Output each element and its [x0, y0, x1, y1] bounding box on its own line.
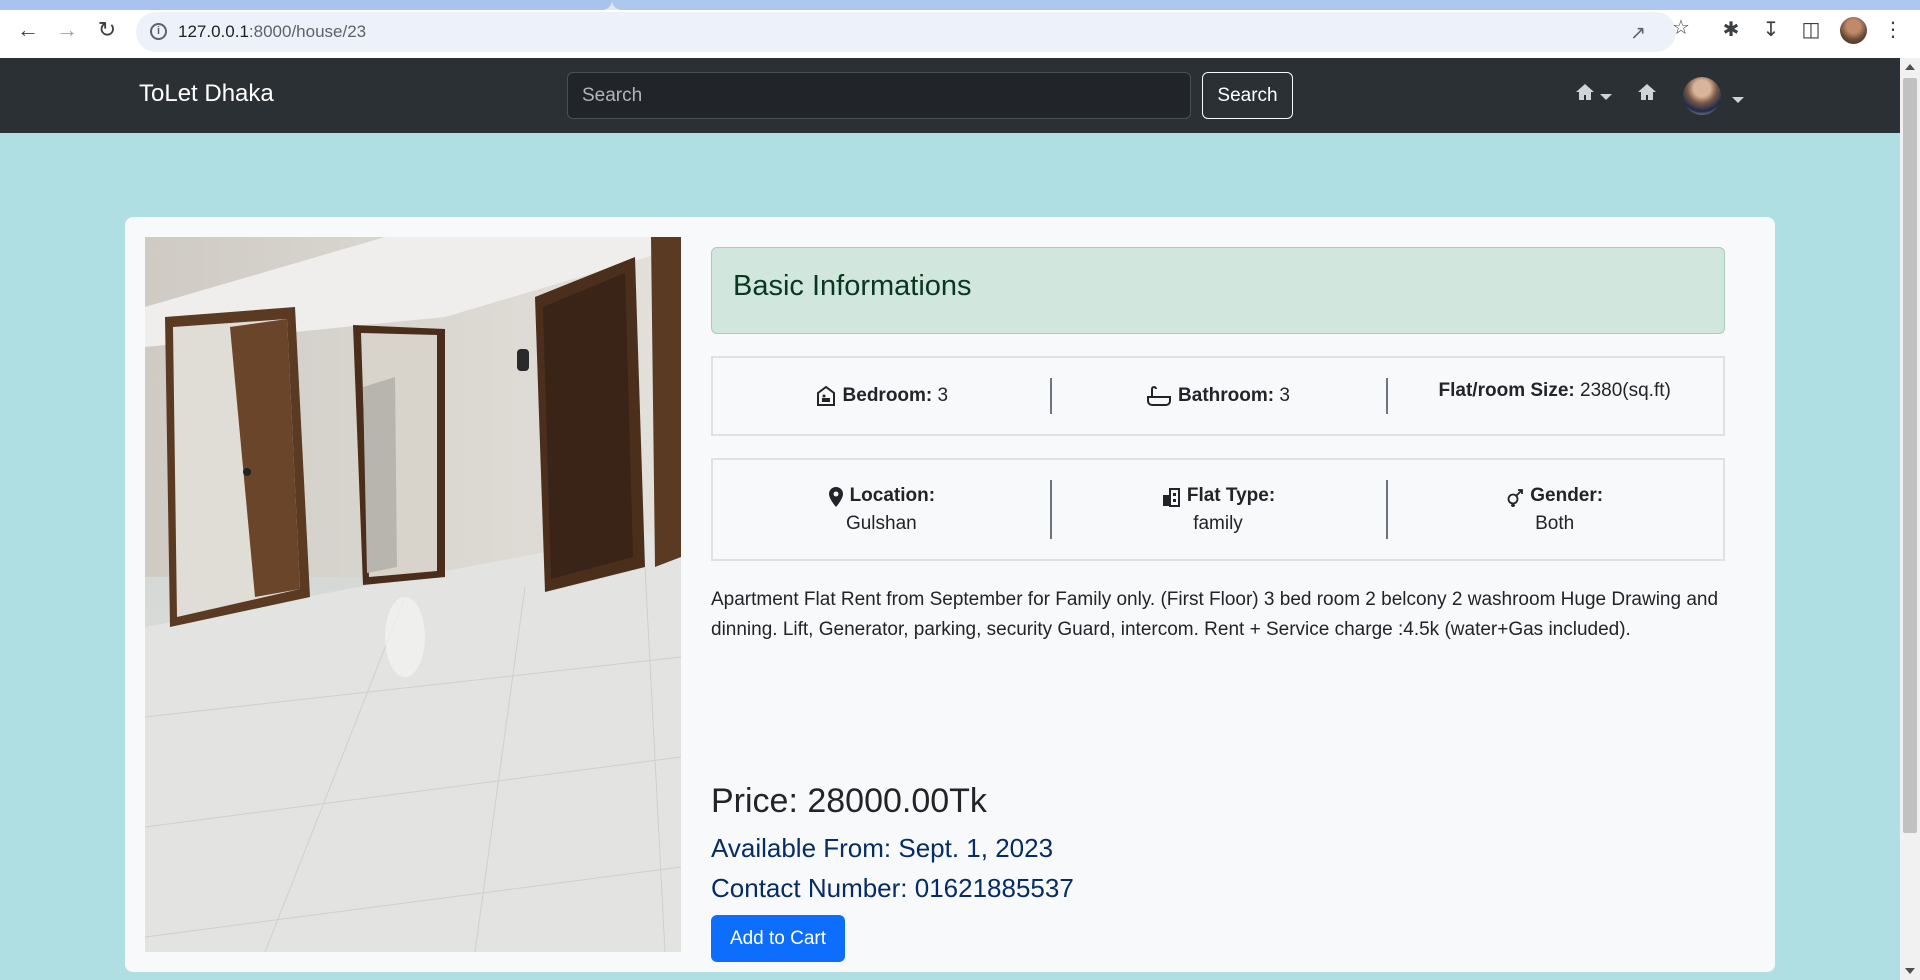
map-pin-icon — [828, 486, 843, 507]
site-info-icon[interactable]: i — [150, 23, 167, 40]
flat-type-label: Flat Type: — [1186, 484, 1276, 506]
location-value: Gulshan — [845, 512, 917, 534]
house-icon — [1576, 84, 1594, 100]
profile-avatar[interactable] — [1840, 17, 1867, 44]
chevron-down-icon — [1600, 93, 1612, 100]
gender-label: Gender: — [1530, 484, 1604, 506]
browser-chrome: ← → ↻ i 127.0.0.1:8000/house/23 ↗ ☆ ✱ ↧ … — [0, 0, 1920, 58]
add-to-cart-button[interactable]: Add to Cart — [711, 915, 845, 962]
bath-icon — [1147, 386, 1172, 406]
chevron-down-icon — [1732, 96, 1744, 103]
bookmark-star-icon[interactable]: ☆ — [1668, 15, 1694, 41]
url-path: :8000/house/23 — [248, 22, 367, 41]
download-icon[interactable]: ↧ — [1758, 17, 1784, 43]
house-photo — [145, 237, 681, 952]
flat-type-value: family — [1193, 512, 1243, 534]
user-avatar[interactable] — [1683, 77, 1721, 115]
house-info: Basic Informations Bedroom: 3 Bathroom: … — [711, 247, 1725, 962]
share-icon[interactable]: ↗ — [1630, 22, 1646, 45]
building-icon — [1162, 487, 1180, 507]
houses-dropdown[interactable] — [1574, 82, 1612, 108]
url-text[interactable]: 127.0.0.1:8000/house/23 — [178, 22, 366, 42]
browser-tab-secondary[interactable] — [612, 0, 1920, 10]
forward-icon[interactable]: → — [53, 16, 81, 44]
bedroom-label: Bedroom: — [842, 385, 933, 406]
room-photo-illustration — [145, 237, 681, 952]
contact-number-text: Contact Number: 01621885537 — [711, 873, 1074, 903]
bedroom-stat: Bedroom: 3 — [713, 358, 1050, 434]
page-scrollbar[interactable] — [1900, 58, 1920, 980]
scrollbar-thumb[interactable] — [1903, 78, 1917, 833]
tab-strip — [0, 0, 1920, 10]
size-label: Flat/room Size: — [1438, 380, 1575, 401]
gender-icon — [1507, 488, 1524, 507]
menu-kebab-icon[interactable]: ⋮ — [1880, 17, 1906, 43]
gender-stat: Gender: Both — [1386, 460, 1723, 559]
gender-value: Both — [1535, 512, 1575, 534]
url-host: 127.0.0.1 — [178, 22, 249, 41]
location-stat: Location: Gulshan — [713, 460, 1050, 559]
room-stats: Bedroom: 3 Bathroom: 3 Flat/room Size: 2… — [711, 356, 1725, 436]
flat-type-stat: Flat Type: family — [1049, 460, 1387, 559]
scroll-down-arrow-icon[interactable] — [1905, 968, 1915, 974]
basic-info-header: Basic Informations — [711, 247, 1725, 334]
house-description: Apartment Flat Rent from September for F… — [711, 589, 1719, 640]
property-stats: Location: Gulshan Flat Type: family Gend… — [711, 458, 1725, 561]
bathroom-label: Bathroom: — [1178, 385, 1275, 406]
bed-icon — [816, 385, 835, 406]
scroll-up-arrow-icon[interactable] — [1905, 64, 1915, 70]
back-icon[interactable]: ← — [14, 16, 42, 44]
bathroom-value: 3 — [1279, 385, 1290, 406]
house-detail-card: Basic Informations Bedroom: 3 Bathroom: … — [125, 217, 1775, 972]
reload-icon[interactable]: ↻ — [93, 16, 121, 44]
bathroom-stat: Bathroom: 3 — [1049, 358, 1387, 434]
site-navbar: ToLet Dhaka Search Search — [0, 58, 1900, 133]
available-from-text: Available From: Sept. 1, 2023 — [711, 833, 1054, 863]
price-text: Price: 28000.00Tk — [711, 782, 987, 820]
bedroom-value: 3 — [937, 385, 949, 406]
extensions-icon[interactable]: ✱ — [1718, 17, 1744, 43]
brand-logo[interactable]: ToLet Dhaka — [139, 80, 274, 108]
side-panel-icon[interactable]: ◫ — [1798, 17, 1824, 43]
search-input[interactable]: Search — [567, 72, 1191, 119]
location-label: Location: — [849, 484, 936, 506]
size-stat: Flat/room Size: 2380(sq.ft) — [1386, 358, 1723, 434]
size-value: 2380(sq.ft) — [1580, 380, 1671, 401]
home-icon — [1638, 84, 1656, 100]
address-bar[interactable]: i 127.0.0.1:8000/house/23 ↗ — [136, 12, 1676, 52]
search-button[interactable]: Search — [1202, 72, 1293, 119]
user-dropdown[interactable] — [1728, 88, 1744, 111]
home-link[interactable] — [1636, 82, 1658, 108]
section-title: Basic Informations — [733, 270, 972, 302]
browser-tab[interactable] — [0, 0, 612, 10]
